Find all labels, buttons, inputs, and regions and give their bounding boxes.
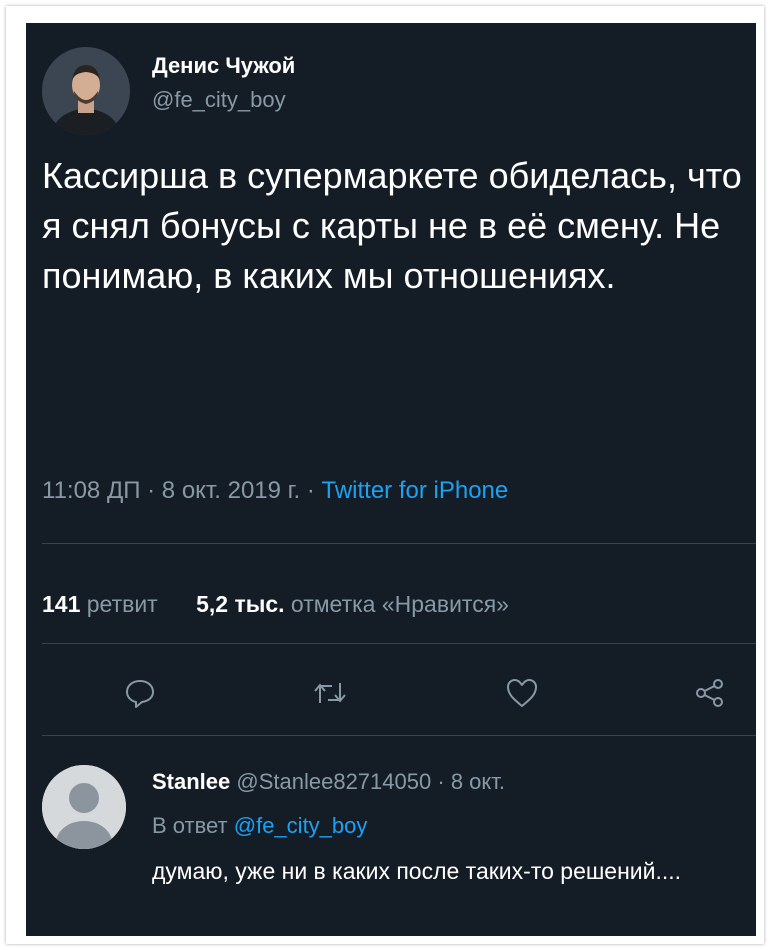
author-avatar[interactable]: [42, 47, 130, 135]
like-stat[interactable]: 5,2 тыс. отметка «Нравится»: [196, 591, 509, 617]
reply-date[interactable]: 8 окт.: [451, 769, 505, 794]
tweet-time[interactable]: 11:08 ДП: [42, 477, 140, 504]
tweet-meta: 11:08 ДП · 8 окт. 2019 г. · Twitter for …: [42, 477, 508, 505]
like-label: отметка «Нравится»: [290, 591, 509, 617]
retweet-count: 141: [42, 591, 81, 617]
share-icon: [696, 679, 723, 707]
like-icon: [507, 679, 537, 707]
tweet-actions: [26, 665, 756, 721]
like-count: 5,2 тыс.: [196, 591, 285, 617]
reply-avatar[interactable]: [42, 765, 126, 849]
author-name[interactable]: Денис Чужой: [152, 53, 295, 79]
reply-to-line: В ответ @fe_city_boy: [152, 813, 367, 839]
tweet-screen: Денис Чужой @fe_city_boy Кассирша в супе…: [26, 23, 756, 936]
divider: [42, 543, 756, 544]
retweet-button[interactable]: [308, 673, 352, 713]
tweet-text: Кассирша в супермаркете обиделась, что я…: [42, 155, 742, 296]
retweet-label: ретвит: [86, 591, 158, 617]
reply-text: думаю, уже ни в каких после таких-то реш…: [152, 858, 682, 884]
tweet-source[interactable]: Twitter for iPhone: [322, 477, 509, 504]
reply-icon: [126, 680, 154, 708]
like-button[interactable]: [500, 673, 544, 713]
reply-separator: ·: [437, 769, 445, 794]
reply-header: Stanlee @Stanlee82714050 · 8 окт.: [152, 769, 505, 795]
share-button[interactable]: [688, 673, 732, 713]
reply-tweet[interactable]: Stanlee @Stanlee82714050 · 8 окт. В отве…: [26, 733, 756, 936]
photo-frame: Денис Чужой @fe_city_boy Кассирша в супе…: [6, 6, 764, 944]
tweet-stats: 141 ретвит 5,2 тыс. отметка «Нравится»: [42, 591, 509, 618]
reply-to-mention[interactable]: @fe_city_boy: [234, 813, 368, 838]
reply-author-name[interactable]: Stanlee: [152, 769, 230, 794]
reply-button[interactable]: [118, 673, 162, 713]
author-handle[interactable]: @fe_city_boy: [152, 87, 286, 113]
divider: [42, 643, 756, 644]
reply-author-handle[interactable]: @Stanlee82714050: [236, 769, 431, 794]
tweet-date[interactable]: 8 окт. 2019 г.: [162, 477, 300, 504]
retweet-stat[interactable]: 141 ретвит: [42, 591, 158, 617]
meta-separator: ·: [147, 477, 156, 504]
reply-to-label: В ответ: [152, 813, 228, 838]
meta-separator: ·: [306, 477, 315, 504]
retweet-icon: [314, 683, 346, 703]
